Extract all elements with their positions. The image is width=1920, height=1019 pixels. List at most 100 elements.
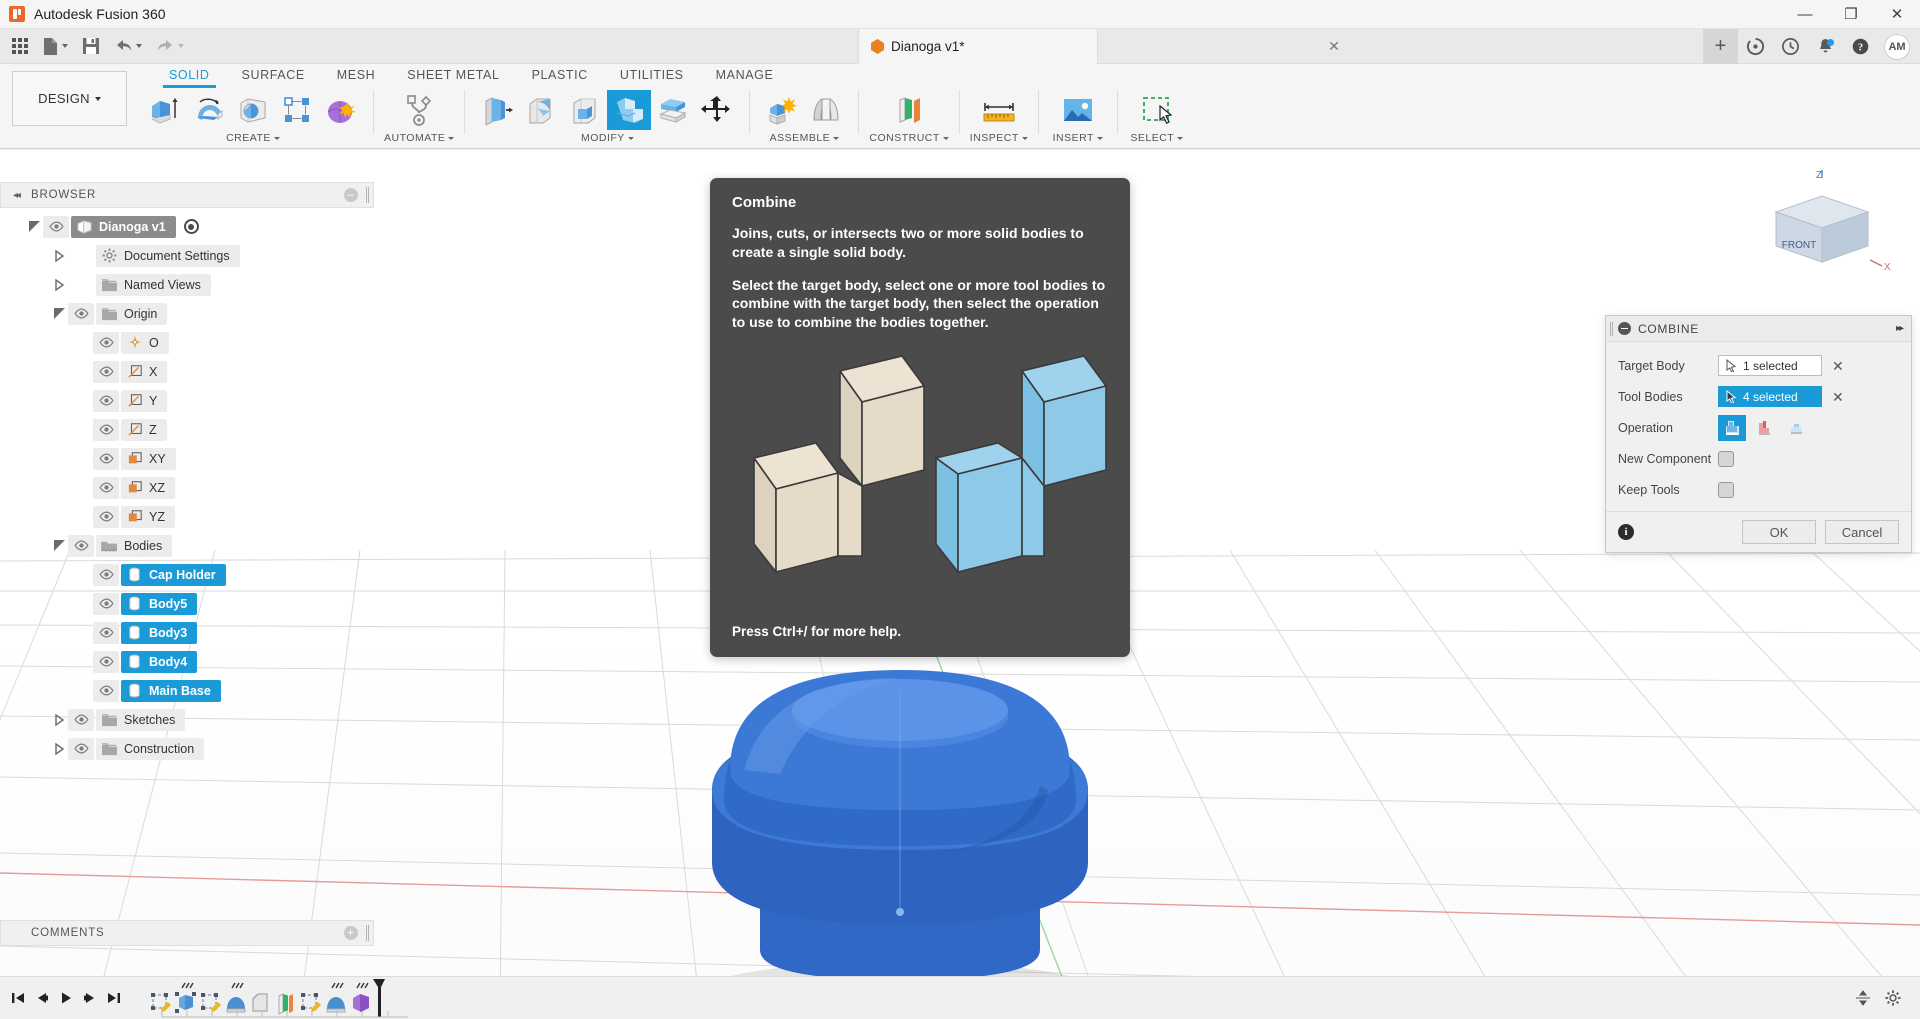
- browser-tree-row[interactable]: YZ: [0, 502, 380, 531]
- new-file-icon[interactable]: [35, 29, 75, 64]
- avatar[interactable]: AM: [1884, 33, 1910, 60]
- activate-component-radio[interactable]: [183, 219, 199, 234]
- press-pull-icon[interactable]: [475, 90, 519, 130]
- chevron-down-icon[interactable]: [1021, 136, 1028, 140]
- visibility-eye-icon[interactable]: [93, 447, 119, 470]
- browser-tree-item[interactable]: Z: [121, 418, 167, 441]
- recent-icon[interactable]: [1773, 29, 1808, 64]
- browser-tree-item[interactable]: Y: [121, 389, 168, 412]
- expand-timeline-icon[interactable]: [1848, 983, 1878, 1013]
- add-document-button[interactable]: +: [1703, 29, 1738, 64]
- info-icon[interactable]: i: [1618, 524, 1634, 540]
- browser-tree-item[interactable]: XZ: [121, 476, 175, 499]
- visibility-eye-icon[interactable]: [93, 505, 119, 528]
- browser-tree-row[interactable]: Document Settings: [0, 241, 380, 270]
- chevron-down-icon[interactable]: [627, 136, 634, 140]
- extrude-icon[interactable]: [143, 90, 187, 130]
- measure-icon[interactable]: [977, 90, 1021, 130]
- browser-tree-row[interactable]: Y: [0, 386, 380, 415]
- bell-icon[interactable]: [1808, 29, 1843, 64]
- expand-arrow-open-icon[interactable]: [51, 540, 68, 551]
- fillet-icon[interactable]: [519, 90, 563, 130]
- browser-tree-item[interactable]: O: [121, 331, 169, 354]
- browser-tree-item[interactable]: XY: [121, 447, 176, 470]
- job-status-icon[interactable]: [1738, 29, 1773, 64]
- browser-tree-item[interactable]: Document Settings: [96, 244, 240, 267]
- browser-tree-row[interactable]: XY: [0, 444, 380, 473]
- offset-face-icon[interactable]: [651, 90, 695, 130]
- undo-icon[interactable]: [107, 29, 149, 64]
- play-icon[interactable]: [54, 983, 78, 1013]
- clear-target-body-icon[interactable]: ✕: [1832, 359, 1844, 373]
- browser-tree-row[interactable]: X: [0, 357, 380, 386]
- tab-solid[interactable]: SOLID: [153, 64, 226, 88]
- browser-tree-item[interactable]: Cap Holder: [121, 563, 226, 586]
- expand-arrow-closed-icon[interactable]: [51, 742, 68, 755]
- offset-plane-icon[interactable]: [887, 90, 931, 130]
- ok-button[interactable]: OK: [1742, 520, 1816, 544]
- browser-tree-row[interactable]: Named Views: [0, 270, 380, 299]
- dialog-grip[interactable]: [1610, 321, 1613, 336]
- keep-tools-checkbox[interactable]: [1718, 481, 1734, 498]
- browser-tree-row[interactable]: Body5: [0, 589, 380, 618]
- browser-tree-item[interactable]: YZ: [121, 505, 175, 528]
- browser-tree-item[interactable]: Origin: [96, 302, 168, 325]
- visibility-eye-icon[interactable]: [68, 302, 94, 325]
- new-component-checkbox[interactable]: [1718, 450, 1734, 467]
- browser-tree-item[interactable]: Body5: [121, 592, 198, 615]
- joint-icon[interactable]: [804, 90, 848, 130]
- expand-arrow-closed-icon[interactable]: [51, 278, 68, 291]
- move-copy-icon[interactable]: [695, 90, 739, 130]
- browser-tree-item[interactable]: Bodies: [96, 534, 173, 557]
- double-chevron-left-icon[interactable]: ◂◂: [13, 190, 21, 201]
- minimize-icon[interactable]: –: [344, 188, 358, 202]
- tab-surface[interactable]: SURFACE: [226, 64, 321, 87]
- browser-tree-item[interactable]: Body4: [121, 650, 198, 673]
- tool-bodies-selection[interactable]: 4 selected: [1718, 386, 1822, 407]
- pattern-icon[interactable]: [275, 90, 319, 130]
- browser-tree-item[interactable]: Dianoga v1: [71, 215, 176, 238]
- visibility-eye-icon[interactable]: [68, 534, 94, 557]
- combine-dialog-header[interactable]: COMBINE ▸▸: [1606, 316, 1911, 342]
- browser-tree-row[interactable]: Cap Holder: [0, 560, 380, 589]
- cut-operation-icon[interactable]: [1750, 415, 1778, 441]
- chevron-down-icon[interactable]: [448, 136, 455, 140]
- tab-manage[interactable]: MANAGE: [700, 64, 790, 87]
- expand-arrow-open-icon[interactable]: [26, 221, 43, 232]
- visibility-eye-icon[interactable]: [93, 476, 119, 499]
- chevron-down-icon[interactable]: [1096, 136, 1103, 140]
- comments-panel[interactable]: ◂◂ COMMENTS +: [0, 920, 374, 946]
- browser-tree-item[interactable]: Sketches: [96, 708, 186, 731]
- step-back-icon[interactable]: [30, 983, 54, 1013]
- browser-tree-row[interactable]: Sketches: [0, 705, 380, 734]
- visibility-eye-icon[interactable]: [68, 737, 94, 760]
- chevron-down-icon[interactable]: [833, 136, 840, 140]
- add-comment-icon[interactable]: +: [344, 926, 358, 940]
- workspace-selector[interactable]: DESIGN: [12, 71, 127, 126]
- target-body-selection[interactable]: 1 selected: [1718, 355, 1822, 376]
- visibility-eye-icon[interactable]: [93, 418, 119, 441]
- chevron-down-icon[interactable]: [273, 136, 280, 140]
- go-to-beginning-icon[interactable]: [6, 983, 30, 1013]
- new-component-icon[interactable]: [760, 90, 804, 130]
- intersect-operation-icon[interactable]: [1782, 415, 1810, 441]
- browser-tree-item[interactable]: Main Base: [121, 679, 221, 702]
- browser-tree-item[interactable]: Named Views: [96, 273, 211, 296]
- maximize-window-button[interactable]: ❐: [1828, 0, 1874, 29]
- tab-plastic[interactable]: PLASTIC: [516, 64, 604, 87]
- visibility-eye-icon[interactable]: [93, 331, 119, 354]
- minimize-window-button[interactable]: —: [1782, 0, 1828, 29]
- tab-utilities[interactable]: UTILITIES: [604, 64, 700, 87]
- visibility-eye-icon[interactable]: [93, 389, 119, 412]
- browser-tree-row[interactable]: XZ: [0, 473, 380, 502]
- browser-tree-row[interactable]: Main Base: [0, 676, 380, 705]
- collapse-icon[interactable]: [1618, 322, 1631, 335]
- visibility-eye-icon[interactable]: [93, 650, 119, 673]
- close-window-button[interactable]: ✕: [1874, 0, 1920, 29]
- close-document-button[interactable]: ✕: [1322, 29, 1346, 64]
- browser-tree-item[interactable]: Construction: [96, 737, 205, 760]
- visibility-eye-icon[interactable]: [93, 360, 119, 383]
- visibility-eye-icon[interactable]: [93, 621, 119, 644]
- browser-tree-row[interactable]: Origin: [0, 299, 380, 328]
- expand-arrow-closed-icon[interactable]: [51, 713, 68, 726]
